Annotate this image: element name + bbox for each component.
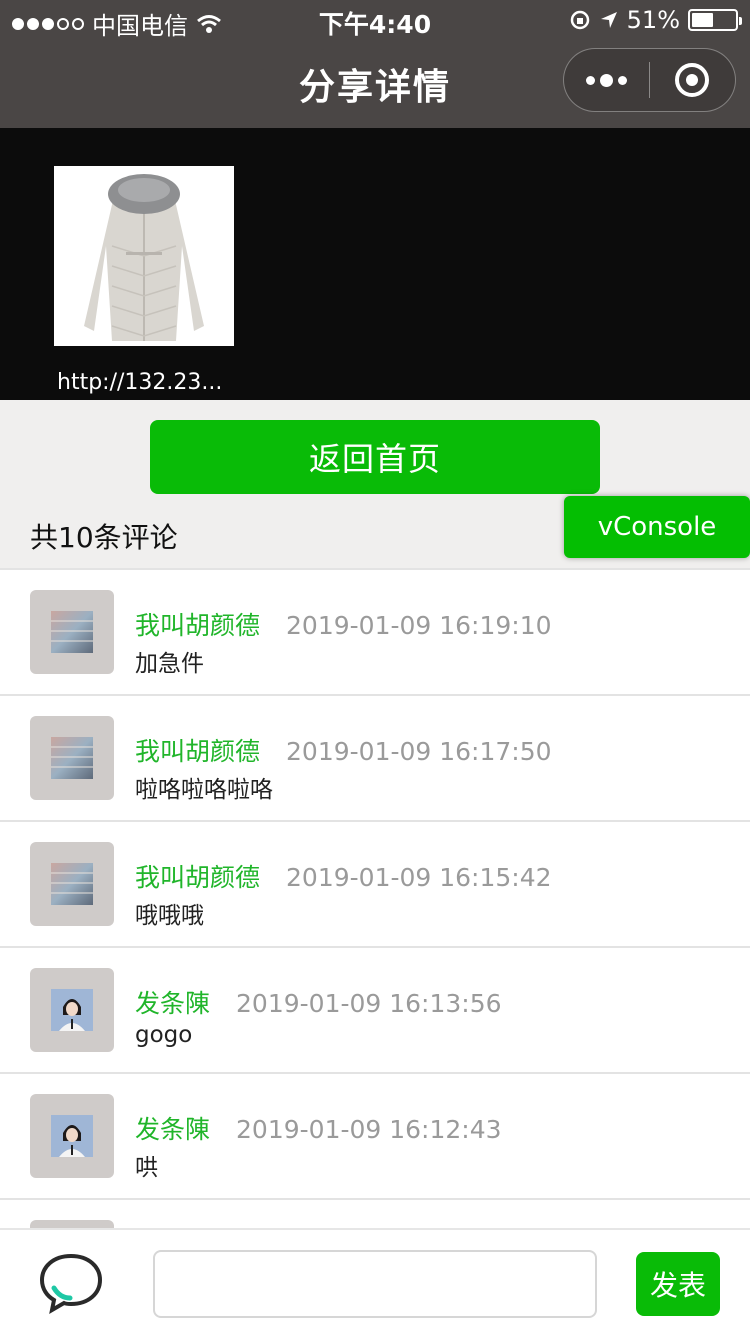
status-bar: 中国电信 下午4:40 51% xyxy=(0,0,750,40)
location-arrow-icon xyxy=(600,12,617,28)
comment-author[interactable]: 发条陳 xyxy=(135,984,210,1020)
avatar[interactable] xyxy=(30,590,114,674)
comment-composer: 发表 xyxy=(0,1228,750,1334)
top-bar: 中国电信 下午4:40 51% 分享详情 xyxy=(0,0,750,128)
comment-text: gogo xyxy=(135,1022,193,1048)
back-to-home-button[interactable]: 返回首页 xyxy=(150,420,600,494)
orientation-lock-icon xyxy=(570,10,589,30)
comment-item: 我叫胡颜德 2019-01-09 16:15:42 哦哦哦 xyxy=(0,822,750,948)
comment-item-partial xyxy=(0,1200,750,1228)
comment-item: 发条陳 2019-01-09 16:12:43 哄 xyxy=(0,1074,750,1200)
comment-count: 共10条评论 xyxy=(30,521,178,554)
comment-time: 2019-01-09 16:15:42 xyxy=(286,863,552,892)
send-button[interactable]: 发表 xyxy=(636,1252,720,1316)
avatar-image xyxy=(51,1115,93,1157)
avatar-image xyxy=(51,737,93,779)
share-link[interactable]: http://132.23... xyxy=(57,370,237,395)
ellipsis-icon[interactable] xyxy=(564,73,649,87)
comment-time: 2019-01-09 16:12:43 xyxy=(236,1115,502,1144)
chat-bubble-icon[interactable] xyxy=(38,1252,104,1314)
battery-percent: 51% xyxy=(626,6,680,34)
comment-item: 发条陳 2019-01-09 16:13:56 gogo xyxy=(0,948,750,1074)
comment-text: 加急件 xyxy=(135,651,204,677)
comment-time: 2019-01-09 16:17:50 xyxy=(286,737,552,766)
avatar[interactable] xyxy=(30,1220,114,1228)
comment-item: 我叫胡颜德 2019-01-09 16:19:10 加急件 xyxy=(0,570,750,696)
coat-image[interactable] xyxy=(54,166,234,346)
battery-icon xyxy=(688,9,742,31)
mini-program-capsule xyxy=(563,48,736,112)
comment-author[interactable]: 我叫胡颜德 xyxy=(135,606,260,642)
comment-author[interactable]: 我叫胡颜德 xyxy=(135,858,260,894)
avatar-image xyxy=(51,611,93,653)
comment-text: 哄 xyxy=(135,1155,158,1181)
vconsole-button[interactable]: vConsole xyxy=(564,496,750,558)
comment-author[interactable]: 我叫胡颜德 xyxy=(135,732,260,768)
avatar-image xyxy=(51,863,93,905)
comment-input[interactable] xyxy=(153,1250,597,1318)
comment-time: 2019-01-09 16:13:56 xyxy=(236,989,502,1018)
record-circle-icon[interactable] xyxy=(650,63,735,97)
avatar[interactable] xyxy=(30,716,114,800)
avatar-image xyxy=(51,989,93,1031)
comment-item: 我叫胡颜德 2019-01-09 16:17:50 啦咯啦咯啦咯 xyxy=(0,696,750,822)
shared-media-area: http://132.23... xyxy=(0,128,750,400)
comment-text: 啦咯啦咯啦咯 xyxy=(135,777,273,803)
coat-illustration xyxy=(54,166,234,346)
avatar[interactable] xyxy=(30,968,114,1052)
avatar[interactable] xyxy=(30,842,114,926)
avatar[interactable] xyxy=(30,1094,114,1178)
comment-author[interactable]: 发条陳 xyxy=(135,1110,210,1146)
comment-list[interactable]: 我叫胡颜德 2019-01-09 16:19:10 加急件 我叫胡颜德 2019… xyxy=(0,568,750,1228)
comment-time: 2019-01-09 16:19:10 xyxy=(286,611,552,640)
comment-text: 哦哦哦 xyxy=(135,903,204,929)
